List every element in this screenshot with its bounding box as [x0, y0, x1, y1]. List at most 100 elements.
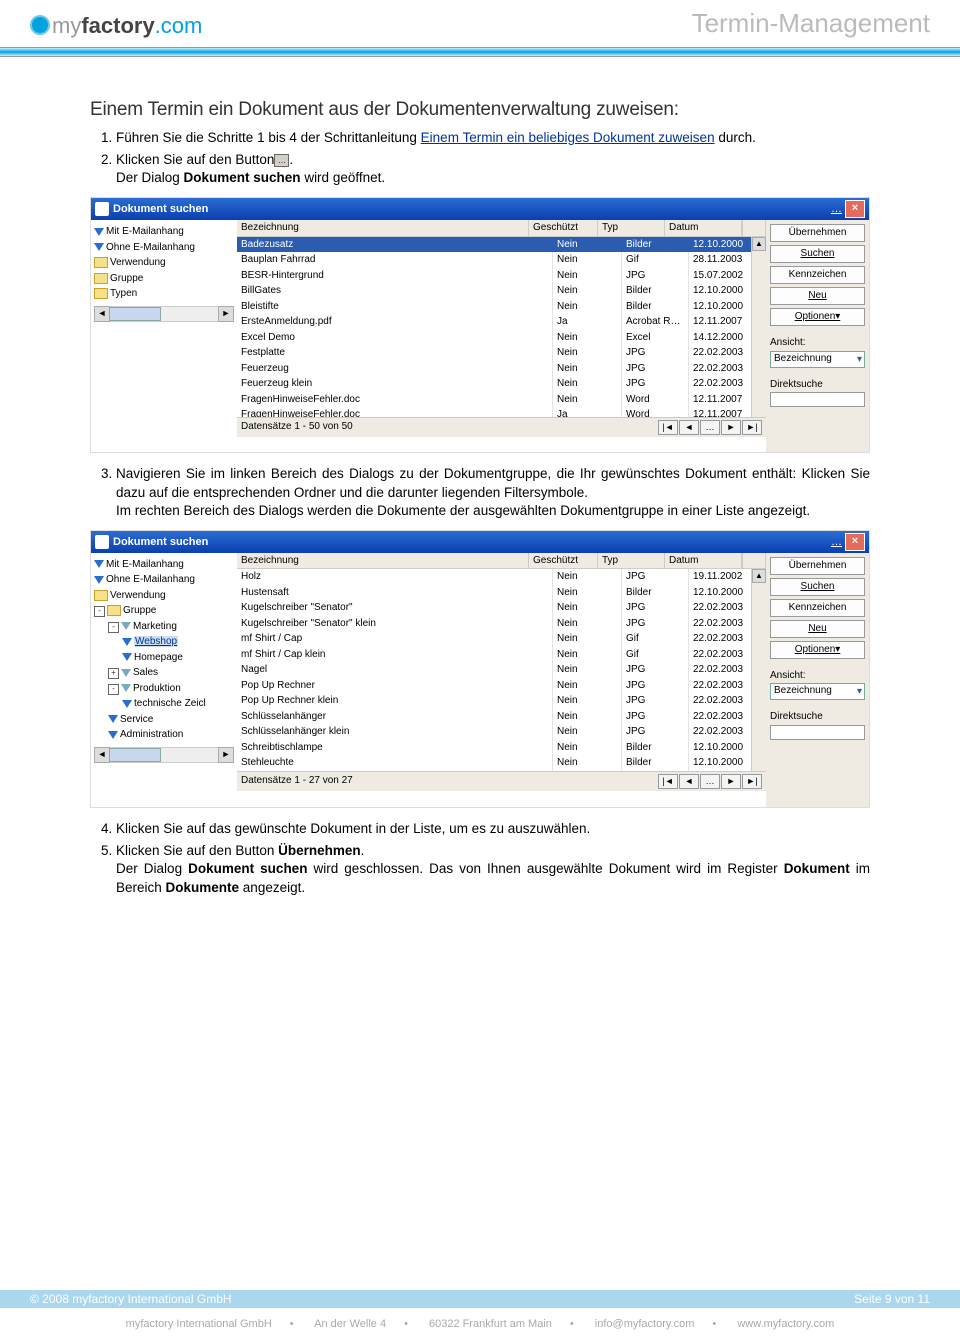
folder-icon	[94, 288, 108, 299]
tree-item[interactable]: Service	[94, 712, 234, 728]
table-row[interactable]: SchlüsselanhängerNeinJPG22.02.2003	[237, 709, 766, 725]
tree-item[interactable]: Ohne E-Mailanhang	[94, 572, 234, 588]
table-row[interactable]: mf Shirt / CapNeinGif22.02.2003	[237, 631, 766, 647]
funnel-icon	[94, 560, 104, 568]
table-row[interactable]: BadezusatzNeinBilder12.10.2000	[237, 237, 766, 253]
grid-scrollbar[interactable]: ▲	[751, 237, 766, 417]
pager-last[interactable]: ►|	[742, 774, 762, 789]
table-row[interactable]: Feuerzeug kleinNeinJPG22.02.2003	[237, 376, 766, 392]
close-icon[interactable]: ×	[845, 533, 865, 551]
tree-item[interactable]: Mit E-Mailanhang	[94, 224, 234, 240]
tags-button[interactable]: Kennzeichen	[770, 599, 865, 617]
col-name[interactable]: Bezeichnung	[237, 220, 529, 236]
search-button[interactable]: Suchen	[770, 245, 865, 263]
tags-button[interactable]: Kennzeichen	[770, 266, 865, 284]
table-row[interactable]: BleistifteNeinBilder12.10.2000	[237, 299, 766, 315]
page-number: Seite 9 von 11	[854, 1292, 930, 1306]
table-row[interactable]: SchreibtischlampeNeinBilder12.10.2000	[237, 740, 766, 756]
directsearch-input[interactable]	[770, 392, 865, 407]
titlebar-ellipsis[interactable]: …	[831, 535, 842, 550]
tree-scrollbar[interactable]: ◄►	[94, 306, 234, 322]
copyright: © 2008 myfactory International GmbH	[30, 1292, 232, 1306]
col-date[interactable]: Datum	[665, 220, 742, 236]
table-row[interactable]: HustensaftNeinBilder12.10.2000	[237, 585, 766, 601]
funnel-icon	[94, 243, 104, 251]
table-row[interactable]: FragenHinweiseFehler.docJaWord12.11.2007	[237, 407, 766, 417]
table-row[interactable]: FeuerzeugNeinJPG22.02.2003	[237, 361, 766, 377]
tree-item[interactable]: Homepage	[94, 650, 234, 666]
section-heading: Einem Termin ein Dokument aus der Dokume…	[90, 97, 870, 123]
table-row[interactable]: Excel DemoNeinExcel14.12.2000	[237, 330, 766, 346]
table-row[interactable]: Schlüsselanhänger kleinNeinJPG22.02.2003	[237, 724, 766, 740]
view-select[interactable]: Bezeichnung	[770, 351, 865, 368]
tree-item[interactable]: +Sales	[94, 665, 234, 681]
search-button[interactable]: Suchen	[770, 578, 865, 596]
close-icon[interactable]: ×	[845, 200, 865, 218]
table-row[interactable]: FestplatteNeinJPG22.02.2003	[237, 345, 766, 361]
pager-next[interactable]: ►	[721, 420, 741, 435]
pager-prev[interactable]: ◄	[679, 420, 699, 435]
tree-scrollbar[interactable]: ◄►	[94, 747, 234, 763]
pager-last[interactable]: ►|	[742, 420, 762, 435]
table-row[interactable]: BillGatesNeinBilder12.10.2000	[237, 283, 766, 299]
table-row[interactable]: Kugelschreiber "Senator"NeinJPG22.02.200…	[237, 600, 766, 616]
tree-item[interactable]: Mit E-Mailanhang	[94, 557, 234, 573]
col-type[interactable]: Typ	[598, 553, 665, 569]
table-row[interactable]: Bauplan FahrradNeinGif28.11.2003	[237, 252, 766, 268]
col-protected[interactable]: Geschützt	[529, 553, 598, 569]
record-count: Datensätze 1 - 50 von 50	[241, 420, 353, 435]
grid-header: Bezeichnung Geschützt Typ Datum	[237, 220, 766, 237]
options-button[interactable]: Optionen▾	[770, 308, 865, 326]
table-row[interactable]: BESR-HintergrundNeinJPG15.07.2002	[237, 268, 766, 284]
tree-item[interactable]: Webshop	[94, 634, 234, 650]
table-row[interactable]: StehleuchteNeinBilder12.10.2000	[237, 755, 766, 771]
steps-list-final: Klicken Sie auf das gewünschte Dokument …	[90, 820, 870, 897]
table-row[interactable]: TasseNeinJPG22.02.2003	[237, 771, 766, 772]
grid-scrollbar[interactable]: ▲	[751, 569, 766, 771]
folder-icon	[94, 590, 108, 601]
funnel-icon	[122, 653, 132, 661]
tree-item[interactable]: -Marketing	[94, 619, 234, 635]
titlebar-ellipsis[interactable]: …	[831, 202, 842, 217]
tree-item[interactable]: Verwendung	[94, 588, 234, 604]
col-type[interactable]: Typ	[598, 220, 665, 236]
tree-item[interactable]: Typen	[94, 286, 234, 302]
table-row[interactable]: Pop Up RechnerNeinJPG22.02.2003	[237, 678, 766, 694]
col-date[interactable]: Datum	[665, 553, 742, 569]
pager-next[interactable]: ►	[721, 774, 741, 789]
tree-item[interactable]: technische Zeicl	[94, 696, 234, 712]
col-protected[interactable]: Geschützt	[529, 220, 598, 236]
table-row[interactable]: NagelNeinJPG22.02.2003	[237, 662, 766, 678]
app-icon	[95, 202, 109, 216]
tree-item[interactable]: Administration	[94, 727, 234, 743]
tree-item[interactable]: Gruppe	[94, 271, 234, 287]
table-row[interactable]: ErsteAnmeldung.pdfJaAcrobat Reader12.11.…	[237, 314, 766, 330]
table-row[interactable]: Pop Up Rechner kleinNeinJPG22.02.2003	[237, 693, 766, 709]
funnel-icon	[94, 228, 104, 236]
apply-button[interactable]: Übernehmen	[770, 557, 865, 575]
pager-page[interactable]: …	[700, 774, 720, 789]
tree-item[interactable]: Ohne E-Mailanhang	[94, 240, 234, 256]
tree-item[interactable]: -Produktion	[94, 681, 234, 697]
pager-page[interactable]: …	[700, 420, 720, 435]
steps-list-continued: Navigieren Sie im linken Bereich des Dia…	[90, 465, 870, 520]
new-button[interactable]: Neu	[770, 287, 865, 305]
tree-item[interactable]: Verwendung	[94, 255, 234, 271]
link-assign-any-document[interactable]: Einem Termin ein beliebiges Dokument zuw…	[421, 130, 715, 145]
apply-button[interactable]: Übernehmen	[770, 224, 865, 242]
tree-item[interactable]: -Gruppe	[94, 603, 234, 619]
table-row[interactable]: mf Shirt / Cap kleinNeinGif22.02.2003	[237, 647, 766, 663]
pager-prev[interactable]: ◄	[679, 774, 699, 789]
col-name[interactable]: Bezeichnung	[237, 553, 529, 569]
table-row[interactable]: FragenHinweiseFehler.docNeinWord12.11.20…	[237, 392, 766, 408]
step-1: Führen Sie die Schritte 1 bis 4 der Schr…	[116, 129, 870, 147]
new-button[interactable]: Neu	[770, 620, 865, 638]
view-select[interactable]: Bezeichnung	[770, 683, 865, 700]
table-row[interactable]: HolzNeinJPG19.11.2002	[237, 569, 766, 585]
directsearch-label: Direktsuche	[770, 378, 865, 392]
pager-first[interactable]: |◄	[658, 420, 678, 435]
pager-first[interactable]: |◄	[658, 774, 678, 789]
directsearch-input[interactable]	[770, 725, 865, 740]
options-button[interactable]: Optionen▾	[770, 641, 865, 659]
table-row[interactable]: Kugelschreiber "Senator" kleinNeinJPG22.…	[237, 616, 766, 632]
